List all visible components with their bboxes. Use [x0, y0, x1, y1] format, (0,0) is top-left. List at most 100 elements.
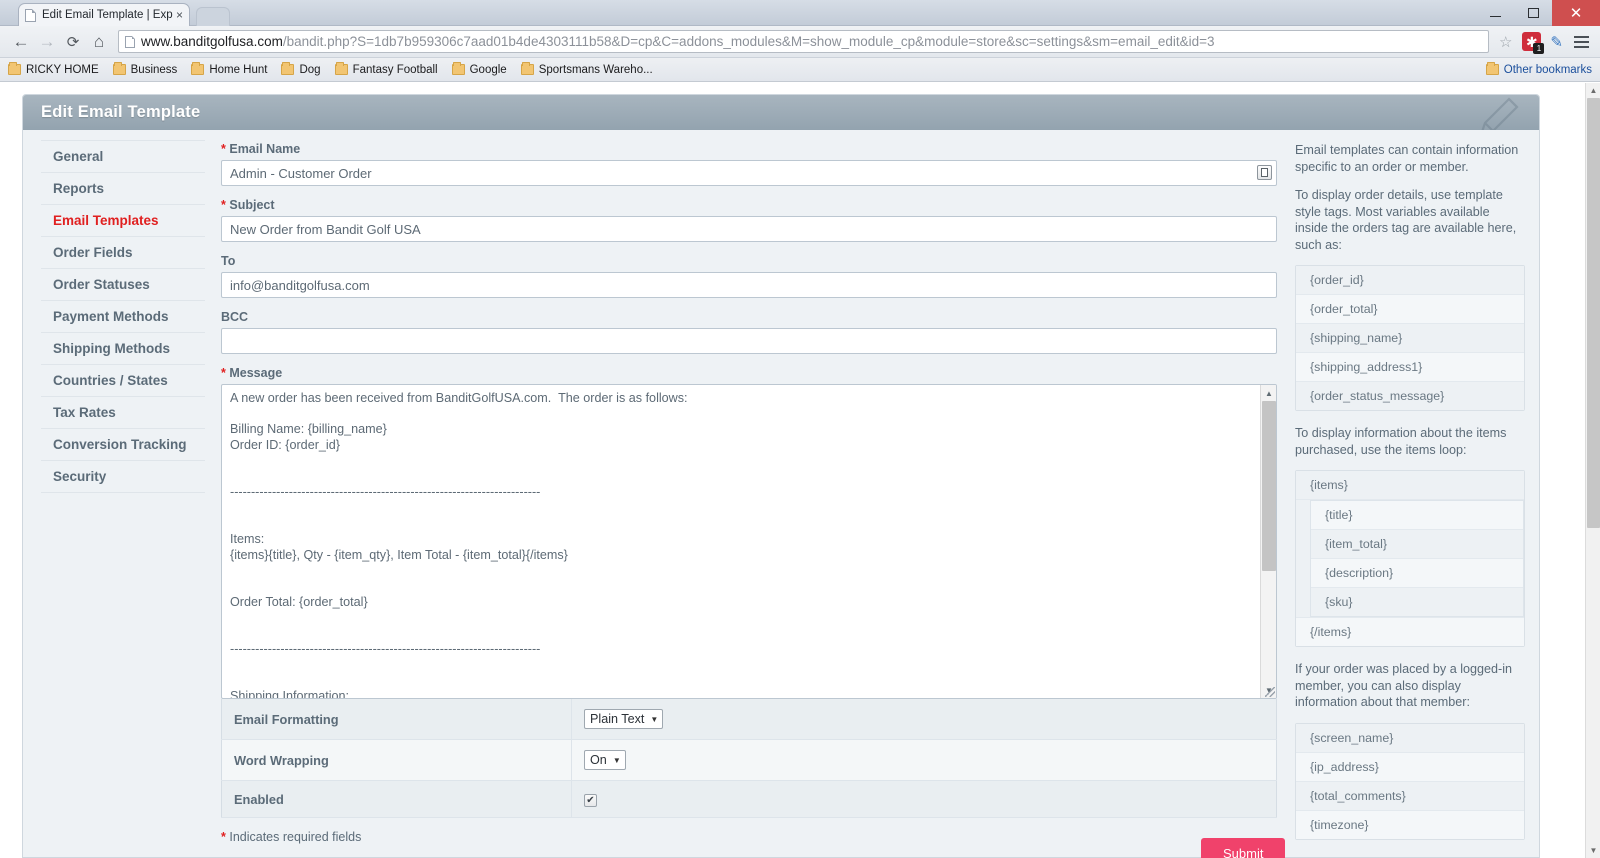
page-scroll-thumb[interactable] — [1587, 98, 1600, 528]
url-host: www.banditgolfusa.com — [141, 34, 283, 49]
browser-menu-icon[interactable] — [1574, 33, 1589, 51]
table-row: Enabled ✔ — [221, 780, 1277, 818]
eyedropper-icon[interactable]: ✎ — [1550, 33, 1563, 51]
page-favicon-icon — [25, 8, 36, 22]
enabled-label: Enabled — [234, 791, 284, 807]
address-bar[interactable]: www.banditgolfusa.com/bandit.php?S=1db7b… — [118, 30, 1489, 53]
sidebar-item-email-templates[interactable]: Email Templates — [41, 205, 205, 237]
sidebar-item-shipping-methods[interactable]: Shipping Methods — [41, 333, 205, 365]
to-row — [221, 272, 1277, 298]
sidebar-item-order-fields[interactable]: Order Fields — [41, 237, 205, 269]
bookmark-item[interactable]: Home Hunt — [191, 62, 267, 76]
bookmark-label: Google — [469, 63, 507, 76]
bookmark-item[interactable]: Dog — [281, 62, 321, 76]
reload-icon[interactable]: ⟳ — [60, 29, 86, 55]
back-icon[interactable]: ← — [8, 29, 34, 55]
message-content[interactable]: A new order has been received from Bandi… — [222, 385, 1260, 698]
required-marker: * — [221, 142, 226, 156]
bcc-row — [221, 328, 1277, 354]
bcc-label: BCC — [221, 310, 249, 324]
email-name-input[interactable] — [221, 160, 1277, 186]
folder-icon — [281, 62, 295, 75]
bookmark-item[interactable]: RICKY HOME — [8, 62, 99, 76]
bookmark-item[interactable]: Google — [451, 62, 507, 76]
tab-close-icon[interactable]: × — [176, 9, 183, 21]
email-name-row — [221, 160, 1277, 186]
subject-label: * Subject — [221, 198, 1277, 212]
email-formatting-selected: Plain Text — [590, 712, 645, 726]
scroll-up-icon[interactable]: ▲ — [1261, 385, 1276, 401]
bookmarks-bar: RICKY HOME Business Home Hunt Dog Fantas… — [0, 58, 1600, 82]
required-marker: * — [221, 198, 226, 212]
required-fields-note: * Indicates required fields — [221, 830, 1277, 844]
home-icon[interactable]: ⌂ — [86, 29, 112, 55]
enabled-checkbox[interactable]: ✔ — [584, 794, 597, 807]
bookmark-item[interactable]: Fantasy Football — [334, 62, 438, 76]
close-window-button[interactable]: ✕ — [1552, 0, 1600, 26]
folder-icon — [334, 62, 348, 75]
bookmark-label: Dog — [299, 63, 321, 76]
bcc-input[interactable] — [221, 328, 1277, 354]
other-bookmarks-label: Other bookmarks — [1503, 63, 1592, 76]
table-row: Email Formatting Plain Text ▼ — [221, 699, 1277, 740]
sidebar-item-general[interactable]: General — [41, 140, 205, 173]
sidebar-item-payment-methods[interactable]: Payment Methods — [41, 301, 205, 333]
bookmark-item[interactable]: Sportsmans Wareho... — [520, 62, 653, 76]
extension-icon[interactable]: ✱ 1 — [1522, 32, 1545, 54]
submit-button[interactable]: Submit — [1201, 838, 1286, 858]
minimize-button[interactable] — [1476, 0, 1514, 26]
bookmark-star-icon[interactable]: ☆ — [1499, 33, 1512, 51]
page-scroll-up-icon[interactable]: ▲ — [1586, 83, 1600, 98]
bookmark-label: Sportsmans Wareho... — [538, 63, 653, 76]
help-paragraph-2: To display order details, use template s… — [1295, 188, 1517, 252]
tag-row: {timezone} — [1296, 810, 1524, 839]
email-formatting-select[interactable]: Plain Text ▼ — [584, 709, 664, 729]
bookmark-label: RICKY HOME — [26, 63, 99, 76]
tag-row: {order_id} — [1296, 266, 1524, 295]
sidebar-item-countries-states[interactable]: Countries / States — [41, 365, 205, 397]
browser-window: Edit Email Template | Expr × ✕ ← → ⟳ ⌂ w… — [0, 0, 1600, 858]
tag-row: {item_total} — [1311, 530, 1523, 559]
browser-tab[interactable]: Edit Email Template | Expr × — [18, 3, 190, 26]
new-tab-button[interactable] — [196, 7, 230, 26]
folder-icon — [451, 62, 465, 75]
items-nested-wrap: {title} {item_total} {description} {sku} — [1296, 500, 1524, 618]
browser-titlebar: Edit Email Template | Expr × ✕ — [0, 0, 1600, 26]
other-bookmarks-button[interactable]: Other bookmarks — [1485, 62, 1592, 76]
maximize-button[interactable] — [1514, 0, 1552, 26]
word-wrapping-select[interactable]: On ▼ — [584, 750, 626, 770]
url-path: /bandit.php?S=1db7b959306c7aad01b4de4303… — [282, 34, 1215, 49]
sidebar-item-security[interactable]: Security — [41, 461, 205, 493]
folder-icon — [8, 62, 21, 75]
sidebar-item-order-statuses[interactable]: Order Statuses — [41, 269, 205, 301]
page-viewport: Edit Email Template General Reports Emai… — [0, 83, 1600, 858]
sidebar-item-reports[interactable]: Reports — [41, 173, 205, 205]
autofill-contact-icon[interactable] — [1257, 165, 1272, 180]
tag-row: {shipping_address1} — [1296, 353, 1524, 382]
message-label: * Message — [221, 366, 1277, 380]
to-input[interactable] — [221, 272, 1277, 298]
scroll-thumb[interactable] — [1262, 401, 1276, 571]
sidebar-item-conversion-tracking[interactable]: Conversion Tracking — [41, 429, 205, 461]
settings-table: Email Formatting Plain Text ▼ Word Wrappi… — [221, 699, 1277, 818]
tag-row: {total_comments} — [1296, 781, 1524, 811]
page-scrollbar[interactable]: ▲ ▼ — [1585, 83, 1600, 858]
items-loop-table: {items} {title} {item_total} {descriptio… — [1295, 470, 1525, 647]
sidebar-item-tax-rates[interactable]: Tax Rates — [41, 397, 205, 429]
tag-row: {order_total} — [1296, 295, 1524, 324]
resize-grip-icon[interactable] — [1265, 687, 1275, 697]
tag-row: {sku} — [1311, 588, 1523, 616]
help-paragraph-3: To display information about the items p… — [1295, 426, 1507, 457]
message-textarea[interactable]: A new order has been received from Bandi… — [221, 384, 1277, 699]
bookmark-item[interactable]: Business — [112, 62, 177, 76]
email-name-label-text: Email Name — [229, 142, 301, 156]
forward-icon[interactable]: → — [34, 29, 60, 55]
page-info-icon — [125, 35, 135, 48]
page-scroll-down-icon[interactable]: ▼ — [1586, 843, 1600, 858]
chevron-down-icon: ▼ — [650, 714, 659, 724]
subject-label-text: Subject — [229, 198, 275, 212]
subject-input[interactable] — [221, 216, 1277, 242]
panel-body: General Reports Email Templates Order Fi… — [23, 130, 1539, 858]
admin-panel: Edit Email Template General Reports Emai… — [22, 94, 1540, 858]
message-scrollbar[interactable]: ▲ ▼ — [1260, 385, 1276, 698]
